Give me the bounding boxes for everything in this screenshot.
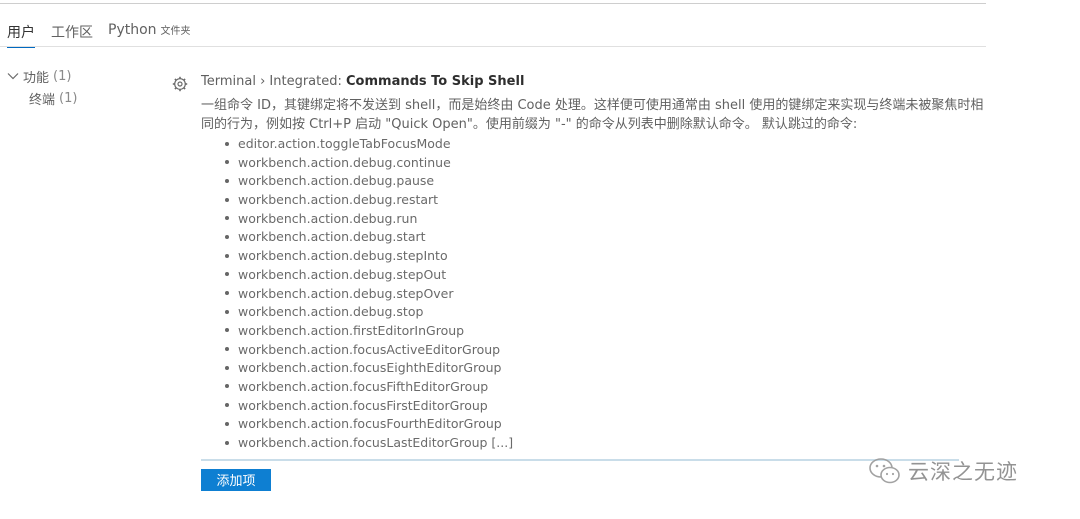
add-item-button[interactable]: 添加项 (201, 469, 271, 491)
command-list-item[interactable]: workbench.action.debug.continue (225, 154, 513, 173)
tab-folder-python[interactable]: Python 文件夹 (108, 22, 191, 43)
tab-user-label: 用户 (7, 25, 35, 41)
command-list-item[interactable]: workbench.action.focusFourthEditorGroup (225, 415, 513, 434)
search-settings-input[interactable] (0, 0, 986, 4)
toc-item-label: 功能 (23, 70, 50, 86)
tab-user[interactable]: 用户 (7, 22, 35, 48)
watermark: 云深之无迹 (868, 456, 1018, 486)
command-list-item[interactable]: workbench.action.debug.start (225, 228, 513, 247)
toc-item-terminal[interactable]: 终端 (1) (6, 87, 77, 109)
tab-folder-sublabel: 文件夹 (160, 26, 191, 37)
command-list-item[interactable]: workbench.action.debug.stepInto (225, 247, 513, 266)
settings-toc: 功能 (1) 终端 (1) (6, 65, 77, 109)
chevron-down-icon (7, 73, 19, 80)
toc-item-features[interactable]: 功能 (1) (6, 65, 77, 87)
toc-item-label: 终端 (29, 92, 56, 108)
command-list-item[interactable]: workbench.action.debug.run (225, 210, 513, 229)
watermark-text: 云深之无迹 (908, 460, 1018, 484)
command-list-item[interactable]: workbench.action.debug.stop (225, 303, 513, 322)
command-list-item[interactable]: workbench.action.focusFifthEditorGroup (225, 378, 513, 397)
command-list-item[interactable]: workbench.action.debug.restart (225, 191, 513, 210)
command-list-item[interactable]: workbench.action.debug.stepOver (225, 285, 513, 304)
command-list-item[interactable]: workbench.action.focusEighthEditorGroup (225, 359, 513, 378)
list-widget-divider (201, 459, 959, 461)
command-list-item[interactable]: workbench.action.debug.stepOut (225, 266, 513, 285)
command-list-item[interactable]: workbench.action.focusLastEditorGroup [.… (225, 434, 513, 453)
settings-scope-tabs: 用户 工作区 Python 文件夹 (0, 18, 986, 48)
setting-title: Terminal › Integrated: Commands To Skip … (201, 74, 524, 89)
setting-description: 一组命令 ID，其键绑定将不发送到 shell，而是始终由 Code 处理。这样… (201, 98, 984, 132)
tab-workspace-label: 工作区 (51, 25, 93, 41)
tab-folder-label: Python (108, 22, 157, 38)
command-list-item[interactable]: workbench.action.firstEditorInGroup (225, 322, 513, 341)
wechat-icon (869, 458, 900, 484)
toc-item-count: (1) (53, 68, 72, 84)
command-list-item[interactable]: workbench.action.debug.pause (225, 172, 513, 191)
setting-category: Terminal › Integrated: (201, 74, 346, 89)
toc-item-count: (1) (59, 90, 78, 106)
tab-workspace[interactable]: 工作区 (51, 22, 93, 47)
gear-icon[interactable] (172, 76, 188, 92)
command-list-item[interactable]: workbench.action.focusFirstEditorGroup (225, 397, 513, 416)
setting-name: Commands To Skip Shell (346, 74, 525, 89)
command-list-item[interactable]: workbench.action.focusActiveEditorGroup (225, 341, 513, 360)
command-list: editor.action.toggleTabFocusMode workbenc… (225, 135, 513, 453)
command-list-item[interactable]: editor.action.toggleTabFocusMode (225, 135, 513, 154)
